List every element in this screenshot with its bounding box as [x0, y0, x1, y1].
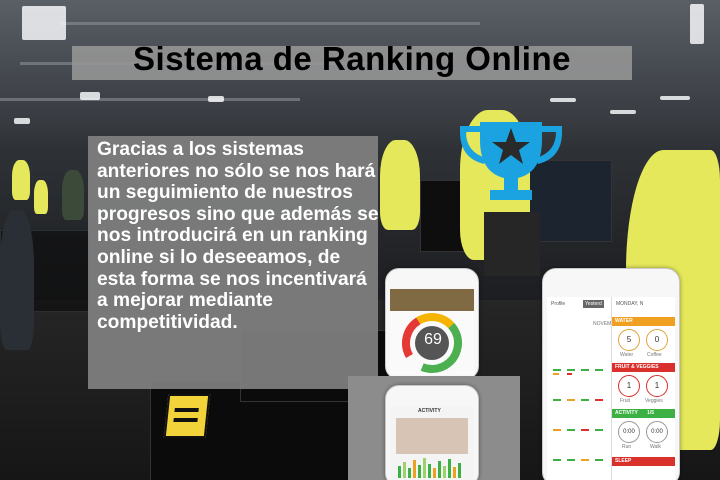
person — [0, 210, 34, 350]
floor-sign — [163, 394, 211, 438]
goal-fruit[interactable]: 1 — [618, 375, 640, 397]
label-run: Run — [622, 444, 632, 450]
ceiling-light — [22, 6, 66, 40]
label-walk: Walk — [650, 444, 661, 450]
date-label: MONDAY, N — [616, 301, 644, 307]
tab-yesterday: Yesterd — [583, 300, 604, 308]
activity-bar-chart — [398, 458, 461, 478]
trophy-icon — [460, 122, 562, 200]
ceiling-light — [14, 118, 30, 124]
person — [12, 160, 30, 200]
screen-header — [390, 289, 474, 311]
person — [62, 170, 84, 220]
calendar-grid — [553, 369, 603, 461]
goal-walk[interactable]: 0:00 — [646, 421, 668, 443]
activity-header: ACTIVITY — [418, 408, 441, 414]
activity-value: 1/5 — [647, 410, 655, 416]
score-value: 69 — [424, 331, 442, 348]
goal-run[interactable]: 0:00 — [618, 421, 640, 443]
ceiling-beam — [0, 98, 300, 101]
section-activity-label: ACTIVITY — [615, 410, 638, 416]
goal-water[interactable]: 5 — [618, 329, 640, 351]
ceiling-light — [208, 96, 224, 102]
slide-body-text: Gracias a los sistemas anteriores no sól… — [97, 139, 379, 333]
phone-screen: 69 — [390, 289, 474, 375]
slide: Sistema de Ranking Online Gracias a los … — [0, 0, 720, 480]
section-water: WATER — [612, 317, 675, 326]
ceiling-beam — [60, 22, 480, 25]
label-coffee: Coffee — [647, 352, 662, 358]
label-water: Water — [620, 352, 634, 358]
ceiling-light — [80, 92, 100, 100]
slide-title: Sistema de Ranking Online — [133, 40, 571, 77]
ceiling-light — [660, 96, 690, 100]
phone-tracker-app: Profile Yesterd NOVEMBE MONDAY, N WATER … — [542, 268, 680, 480]
podium — [484, 212, 540, 276]
goals-panel: MONDAY, N WATER 5 0 Water Coffee FRUIT &… — [611, 297, 675, 480]
label-veggies: Veggies — [645, 398, 663, 404]
goal-coffee[interactable]: 0 — [646, 329, 668, 351]
tab-profile: Profile — [551, 301, 566, 307]
section-fruit: FRUIT & VEGGIES — [612, 363, 675, 372]
section-activity: ACTIVITY 1/5 — [612, 409, 675, 418]
goal-veggies[interactable]: 1 — [646, 375, 668, 397]
label-fruit: Fruit — [620, 398, 630, 404]
phone-activity-app: ACTIVITY — [385, 385, 479, 480]
person — [34, 180, 48, 214]
phone-score-app: 69 — [385, 268, 479, 380]
ceiling-light — [550, 98, 576, 102]
phone-screen: Profile Yesterd NOVEMBE MONDAY, N WATER … — [547, 297, 675, 480]
ceiling-light — [610, 110, 636, 114]
section-sleep: SLEEP — [612, 457, 675, 466]
phone-screen: ACTIVITY — [390, 406, 474, 480]
ceiling-light — [690, 4, 704, 44]
person — [380, 140, 420, 230]
activity-photo — [396, 418, 468, 454]
